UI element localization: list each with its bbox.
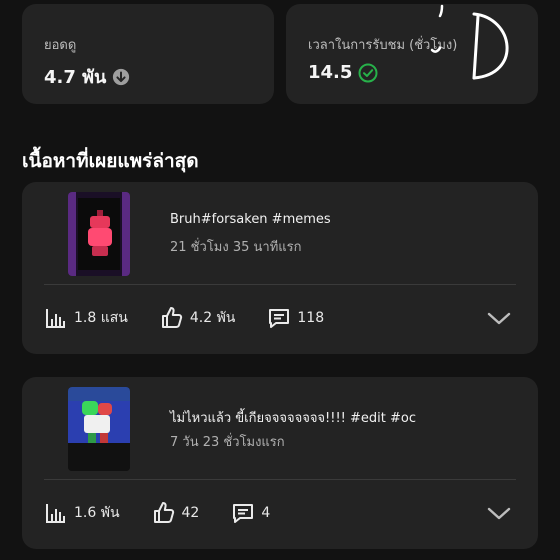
views-value: 4.7 พัน bbox=[44, 67, 107, 88]
chevron-down-icon[interactable] bbox=[486, 505, 512, 523]
comments-metric: 118 bbox=[267, 306, 324, 330]
video-age: 21 ชั่วโมง 35 นาทีแรก bbox=[170, 240, 302, 255]
views-label: ยอดดู bbox=[44, 38, 77, 53]
bar-chart-icon bbox=[46, 504, 65, 523]
video-thumbnail[interactable] bbox=[68, 387, 130, 471]
thumbs-up-icon bbox=[161, 307, 182, 328]
comments-count: 118 bbox=[297, 310, 325, 326]
video-card[interactable]: Bruh#forsaken #memes 21 ชั่วโมง 35 นาทีแ… bbox=[22, 182, 538, 354]
card-divider bbox=[44, 479, 516, 480]
video-metrics: 1.6 พัน 42 4 bbox=[44, 501, 302, 525]
likes-metric: 4.2 พัน bbox=[160, 306, 236, 330]
watch-time-value-row: 14.5 bbox=[308, 62, 378, 83]
views-count: 1.8 แสน bbox=[74, 310, 128, 326]
thumbs-up-icon bbox=[153, 502, 174, 523]
comment-icon bbox=[269, 309, 290, 328]
chevron-down-icon[interactable] bbox=[486, 310, 512, 328]
comment-icon bbox=[233, 504, 254, 523]
video-thumbnail[interactable] bbox=[68, 192, 130, 276]
bar-chart-icon bbox=[46, 309, 65, 328]
likes-count: 42 bbox=[181, 505, 200, 521]
comments-count: 4 bbox=[261, 505, 271, 521]
check-circle-icon bbox=[358, 63, 378, 82]
views-metric: 1.8 แสน bbox=[44, 306, 128, 330]
card-divider bbox=[44, 284, 516, 285]
comments-metric: 4 bbox=[231, 501, 270, 525]
section-title: เนื้อหาที่เผยแพร่ล่าสุด bbox=[22, 150, 199, 172]
likes-metric: 42 bbox=[152, 501, 200, 525]
video-title[interactable]: ไม่ไหวแล้ว ขี้เกียจจจจจจจจ!!!! #edit #oc bbox=[170, 407, 416, 428]
video-card[interactable]: ไม่ไหวแล้ว ขี้เกียจจจจจจจจ!!!! #edit #oc… bbox=[22, 377, 538, 549]
views-stat-card[interactable]: ยอดดู 4.7 พัน bbox=[22, 4, 274, 104]
views-metric: 1.6 พัน bbox=[44, 501, 120, 525]
watch-time-stat-card[interactable]: เวลาในการรับชม (ชั่วโมง) 14.5 bbox=[286, 4, 538, 104]
video-age: 7 วัน 23 ชั่วโมงแรก bbox=[170, 435, 285, 450]
views-count: 1.6 พัน bbox=[74, 505, 120, 521]
video-metrics: 1.8 แสน 4.2 พัน 118 bbox=[44, 306, 356, 330]
trend-down-icon bbox=[113, 68, 130, 85]
watch-time-value: 14.5 bbox=[308, 62, 353, 83]
views-value-row: 4.7 พัน bbox=[44, 62, 130, 91]
likes-count: 4.2 พัน bbox=[189, 310, 236, 326]
video-title[interactable]: Bruh#forsaken #memes bbox=[170, 212, 331, 227]
smiley-doodle bbox=[430, 4, 509, 80]
